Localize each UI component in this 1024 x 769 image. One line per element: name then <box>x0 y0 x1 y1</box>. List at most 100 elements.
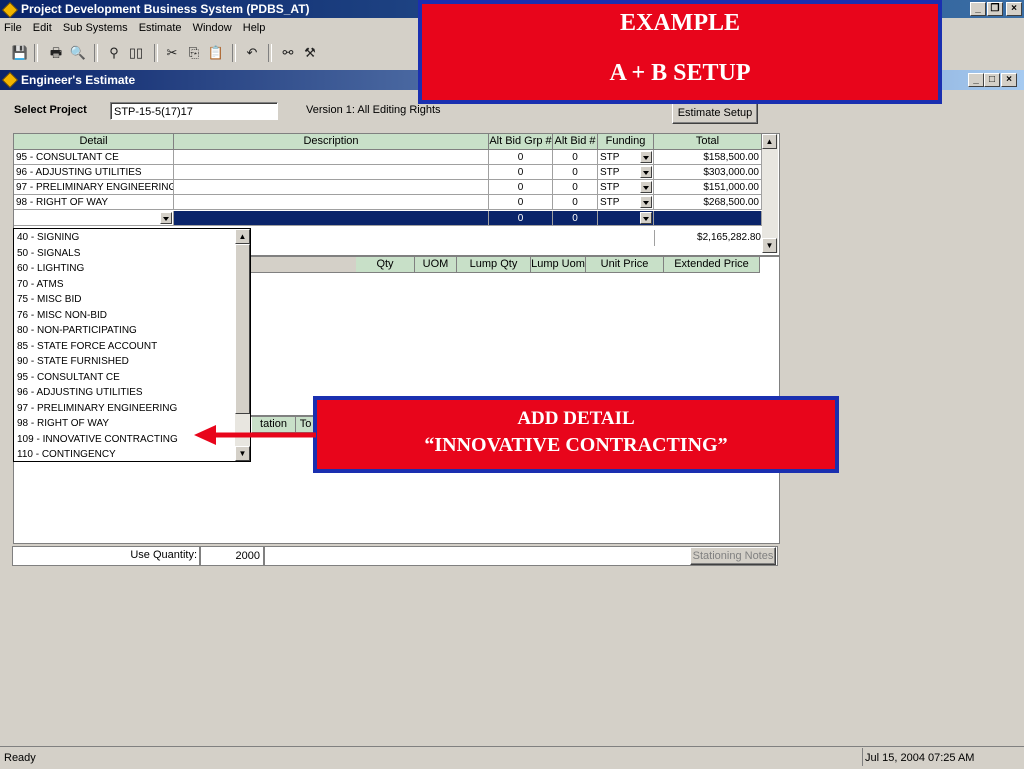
print-preview-icon[interactable]: 🔍 <box>68 43 88 63</box>
table-row[interactable]: 97 - PRELIMINARY ENGINEERING 0 0 STP $15… <box>14 180 762 195</box>
project-field[interactable]: STP-15-5(17)17 <box>110 102 278 120</box>
list-item[interactable]: 90 - STATE FURNISHED <box>17 354 129 370</box>
list-item[interactable]: 80 - NON-PARTICIPATING <box>17 323 137 339</box>
scroll-down-icon[interactable]: ▼ <box>235 446 250 461</box>
menu-edit[interactable]: Edit <box>33 22 52 34</box>
cut-icon[interactable]: ✂ <box>162 43 182 63</box>
save-icon[interactable]: 💾 <box>10 43 30 63</box>
chevron-down-icon[interactable] <box>640 212 652 224</box>
header-alt-bid-grp[interactable]: Alt Bid Grp # <box>489 134 553 150</box>
description-cell[interactable] <box>174 195 489 210</box>
detail-cell[interactable]: 98 - RIGHT OF WAY <box>14 195 174 210</box>
funding-cell[interactable]: STP <box>598 180 654 195</box>
header-unit-price[interactable]: Unit Price <box>586 257 664 273</box>
alt-grp-cell[interactable]: 0 <box>489 165 553 180</box>
chevron-down-icon[interactable] <box>640 181 652 193</box>
menu-sub-systems[interactable]: Sub Systems <box>63 22 128 34</box>
use-quantity-field[interactable]: 2000 <box>200 546 264 566</box>
funding-cell[interactable]: STP <box>598 195 654 210</box>
alt-bid-cell[interactable]: 0 <box>553 150 598 165</box>
list-item[interactable]: 85 - STATE FORCE ACCOUNT <box>17 339 157 355</box>
list-item[interactable]: 60 - LIGHTING <box>17 261 84 277</box>
find-icon[interactable]: ⚲ <box>104 43 124 63</box>
header-alt-bid[interactable]: Alt Bid # <box>553 134 598 150</box>
undo-icon[interactable]: ↶ <box>242 43 262 63</box>
detail-cell[interactable]: 96 - ADJUSTING UTILITIES <box>14 165 174 180</box>
table-row[interactable]: 95 - CONSULTANT CE 0 0 STP $158,500.00 <box>14 150 762 165</box>
list-item[interactable]: 40 - SIGNING <box>17 230 79 246</box>
funding-cell[interactable]: STP <box>598 150 654 165</box>
alt-grp-cell[interactable]: 0 <box>489 211 553 226</box>
menu-estimate[interactable]: Estimate <box>139 22 182 34</box>
binoculars-icon[interactable]: ⚯ <box>278 43 298 63</box>
header-description[interactable]: Description <box>174 134 489 150</box>
header-total[interactable]: Total <box>654 134 762 150</box>
alt-grp-cell[interactable]: 0 <box>489 195 553 210</box>
total-cell[interactable]: $303,000.00 <box>654 165 762 180</box>
chevron-down-icon[interactable] <box>640 166 652 178</box>
scroll-up-icon[interactable]: ▲ <box>762 134 777 149</box>
chevron-down-icon[interactable] <box>640 151 652 163</box>
alt-grp-cell[interactable]: 0 <box>489 150 553 165</box>
list-item[interactable]: 50 - SIGNALS <box>17 246 80 262</box>
selected-table-row[interactable]: 0 0 <box>14 211 762 227</box>
list-item[interactable]: 70 - ATMS <box>17 277 64 293</box>
header-funding[interactable]: Funding <box>598 134 654 150</box>
scroll-thumb[interactable] <box>235 244 250 414</box>
description-cell[interactable] <box>174 165 489 180</box>
print-icon[interactable]: 🖶 <box>46 43 66 63</box>
menu-window[interactable]: Window <box>193 22 232 34</box>
book-icon[interactable]: ▯▯ <box>126 43 146 63</box>
funding-cell[interactable]: STP <box>598 165 654 180</box>
restore-button[interactable]: ❐ <box>987 2 1003 16</box>
table-row[interactable]: 98 - RIGHT OF WAY 0 0 STP $268,500.00 <box>14 195 762 210</box>
header-lump-uom[interactable]: Lump Uom <box>531 257 586 273</box>
menu-help[interactable]: Help <box>243 22 266 34</box>
scroll-up-icon[interactable]: ▲ <box>235 229 250 244</box>
list-item[interactable]: 98 - RIGHT OF WAY <box>17 416 109 432</box>
header-detail[interactable]: Detail <box>14 134 174 150</box>
detail-grid-scrollbar[interactable]: ▲ ▼ <box>762 134 778 253</box>
funding-cell[interactable] <box>598 211 654 226</box>
chevron-down-icon[interactable] <box>160 212 172 224</box>
menu-file[interactable]: File <box>4 22 22 34</box>
table-row[interactable]: 96 - ADJUSTING UTILITIES 0 0 STP $303,00… <box>14 165 762 180</box>
alt-bid-cell[interactable]: 0 <box>553 165 598 180</box>
stationing-notes-button[interactable]: Stationing Notes <box>690 547 776 565</box>
header-lump-qty[interactable]: Lump Qty <box>457 257 531 273</box>
list-item[interactable]: 75 - MISC BID <box>17 292 81 308</box>
tools-icon[interactable]: ⚒ <box>300 43 320 63</box>
total-cell[interactable] <box>654 211 762 226</box>
close-button[interactable]: × <box>1006 2 1022 16</box>
description-cell[interactable] <box>174 150 489 165</box>
list-item[interactable]: 96 - ADJUSTING UTILITIES <box>17 385 143 401</box>
total-cell[interactable]: $151,000.00 <box>654 180 762 195</box>
list-item[interactable]: 109 - INNOVATIVE CONTRACTING <box>17 432 178 448</box>
description-cell[interactable] <box>174 180 489 195</box>
detail-cell[interactable]: 97 - PRELIMINARY ENGINEERING <box>14 180 174 195</box>
alt-bid-cell[interactable]: 0 <box>553 211 598 226</box>
list-item[interactable]: 95 - CONSULTANT CE <box>17 370 120 386</box>
copy-icon[interactable]: ⎘ <box>184 43 204 63</box>
detail-combo[interactable] <box>14 211 174 226</box>
alt-bid-cell[interactable]: 0 <box>553 195 598 210</box>
child-restore-button[interactable]: □ <box>984 73 1000 87</box>
total-cell[interactable]: $268,500.00 <box>654 195 762 210</box>
detail-cell[interactable]: 95 - CONSULTANT CE <box>14 150 174 165</box>
paste-icon[interactable]: 📋 <box>206 43 226 63</box>
header-extended-price[interactable]: Extended Price <box>664 257 760 273</box>
header-uom[interactable]: UOM <box>415 257 457 273</box>
estimate-setup-button[interactable]: Estimate Setup <box>672 102 758 124</box>
alt-bid-cell[interactable]: 0 <box>553 180 598 195</box>
minimize-button[interactable]: _ <box>970 2 986 16</box>
chevron-down-icon[interactable] <box>640 196 652 208</box>
alt-grp-cell[interactable]: 0 <box>489 180 553 195</box>
child-minimize-button[interactable]: _ <box>968 73 984 87</box>
child-close-button[interactable]: × <box>1001 73 1017 87</box>
list-item[interactable]: 110 - CONTINGENCY <box>17 447 116 463</box>
total-cell[interactable]: $158,500.00 <box>654 150 762 165</box>
scroll-down-icon[interactable]: ▼ <box>762 238 777 253</box>
description-cell[interactable] <box>174 211 489 226</box>
list-item[interactable]: 97 - PRELIMINARY ENGINEERING <box>17 401 177 417</box>
list-item[interactable]: 76 - MISC NON-BID <box>17 308 107 324</box>
